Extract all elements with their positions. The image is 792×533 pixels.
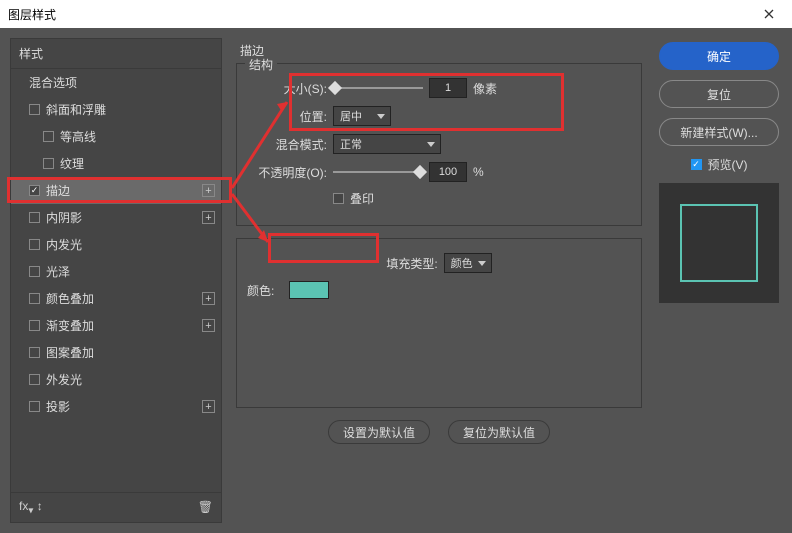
styles-sidebar: 样式 混合选项 斜面和浮雕等高线纹理描边 + 内阴影 + 内发光光泽颜色叠加 + 渐变叠加 +…	[10, 38, 222, 523]
sidebar-item-label: 图案叠加	[46, 344, 94, 361]
sidebar-item-label: 渐变叠加	[46, 317, 94, 334]
position-row: 位置: 居中	[247, 106, 631, 126]
fill-type-label: 填充类型:	[386, 255, 437, 272]
fill-type-row: 填充类型: 颜色	[247, 253, 631, 273]
size-input[interactable]	[429, 78, 467, 98]
preview-square	[680, 204, 758, 282]
style-checkbox[interactable]	[29, 185, 40, 196]
style-checkbox[interactable]	[29, 104, 40, 115]
structure-fieldset: 结构 大小(S): 像素 位置: 居中 混合模式: 正常 不透明度(O):	[236, 63, 642, 226]
style-checkbox[interactable]	[43, 158, 54, 169]
add-instance-button[interactable]: +	[202, 400, 215, 413]
action-column: 确定 复位 新建样式(W)... 预览(V)	[656, 38, 782, 523]
sidebar-item-7[interactable]: 颜色叠加 +	[11, 285, 221, 312]
size-row: 大小(S): 像素	[247, 78, 631, 98]
add-instance-button[interactable]: +	[202, 211, 215, 224]
sidebar-item-9[interactable]: 图案叠加	[11, 339, 221, 366]
sidebar-item-label: 光泽	[46, 263, 70, 280]
sidebar-item-3[interactable]: 描边 +	[11, 177, 221, 204]
trash-icon[interactable]: 🗑	[198, 500, 213, 514]
size-slider[interactable]	[333, 87, 423, 89]
sidebar-item-label: 内阴影	[46, 209, 82, 226]
structure-legend: 结构	[245, 56, 277, 73]
sidebar-item-label: 斜面和浮雕	[46, 101, 106, 118]
style-checkbox[interactable]	[43, 131, 54, 142]
color-row: 颜色:	[247, 281, 631, 299]
blend-mode-select[interactable]: 正常	[333, 134, 441, 154]
preview-toggle[interactable]: 预览(V)	[691, 156, 748, 173]
sidebar-header: 样式	[11, 39, 221, 69]
style-checkbox[interactable]	[29, 374, 40, 385]
sidebar-item-2[interactable]: 纹理	[11, 150, 221, 177]
opacity-input[interactable]	[429, 162, 467, 182]
sidebar-item-label: 颜色叠加	[46, 290, 94, 307]
sidebar-blend-options[interactable]: 混合选项	[11, 69, 221, 96]
style-checkbox[interactable]	[29, 212, 40, 223]
titlebar: 图层样式	[0, 0, 792, 28]
panel-title: 描边	[236, 42, 642, 59]
preview-label: 预览(V)	[708, 156, 748, 173]
style-checkbox[interactable]	[29, 401, 40, 412]
color-label: 颜色:	[247, 282, 283, 299]
sidebar-item-1[interactable]: 等高线	[11, 123, 221, 150]
style-checkbox[interactable]	[29, 266, 40, 277]
reset-default-button[interactable]: 复位为默认值	[448, 420, 550, 444]
sidebar-item-label: 内发光	[46, 236, 82, 253]
blend-mode-row: 混合模式: 正常	[247, 134, 631, 154]
sidebar-item-11[interactable]: 投影 +	[11, 393, 221, 420]
fill-type-select[interactable]: 颜色	[444, 253, 492, 273]
sidebar-item-5[interactable]: 内发光	[11, 231, 221, 258]
color-swatch[interactable]	[289, 281, 329, 299]
position-select[interactable]: 居中	[333, 106, 391, 126]
opacity-unit: %	[473, 165, 484, 179]
sidebar-item-4[interactable]: 内阴影 +	[11, 204, 221, 231]
add-instance-button[interactable]: +	[202, 319, 215, 332]
sidebar-item-label: 等高线	[60, 128, 96, 145]
sidebar-item-label: 外发光	[46, 371, 82, 388]
new-style-button[interactable]: 新建样式(W)...	[659, 118, 779, 146]
size-label: 大小(S):	[247, 80, 327, 97]
dialog-title: 图层样式	[8, 6, 56, 23]
sidebar-item-label: 投影	[46, 398, 70, 415]
style-checkbox[interactable]	[29, 320, 40, 331]
position-label: 位置:	[247, 108, 327, 125]
sidebar-item-8[interactable]: 渐变叠加 +	[11, 312, 221, 339]
cancel-button[interactable]: 复位	[659, 80, 779, 108]
preview-checkbox[interactable]	[691, 159, 702, 170]
close-button[interactable]	[754, 0, 784, 28]
sidebar-item-10[interactable]: 外发光	[11, 366, 221, 393]
sidebar-item-6[interactable]: 光泽	[11, 258, 221, 285]
sidebar-item-label: 纹理	[60, 155, 84, 172]
sidebar-item-0[interactable]: 斜面和浮雕	[11, 96, 221, 123]
set-default-button[interactable]: 设置为默认值	[328, 420, 430, 444]
opacity-row: 不透明度(O): %	[247, 162, 631, 182]
opacity-slider[interactable]	[333, 171, 423, 173]
fill-fieldset: 填充类型: 颜色 颜色:	[236, 238, 642, 408]
sidebar-item-label: 描边	[46, 182, 70, 199]
preview-box	[659, 183, 779, 303]
ok-button[interactable]: 确定	[659, 42, 779, 70]
add-instance-button[interactable]: +	[202, 184, 215, 197]
opacity-label: 不透明度(O):	[247, 164, 327, 181]
overprint-row: 叠印	[247, 190, 631, 207]
style-checkbox[interactable]	[29, 239, 40, 250]
main-panel: 描边 结构 大小(S): 像素 位置: 居中 混合模式: 正常 不透明度(O	[228, 38, 650, 523]
size-unit: 像素	[473, 80, 497, 97]
sidebar-footer: fx▾ ↕ 🗑	[11, 492, 221, 522]
style-checkbox[interactable]	[29, 347, 40, 358]
style-checkbox[interactable]	[29, 293, 40, 304]
blend-mode-label: 混合模式:	[247, 136, 327, 153]
overprint-label: 叠印	[350, 190, 374, 207]
add-instance-button[interactable]: +	[202, 292, 215, 305]
fx-menu[interactable]: fx▾ ↕	[19, 499, 43, 516]
overprint-checkbox[interactable]	[333, 193, 344, 204]
